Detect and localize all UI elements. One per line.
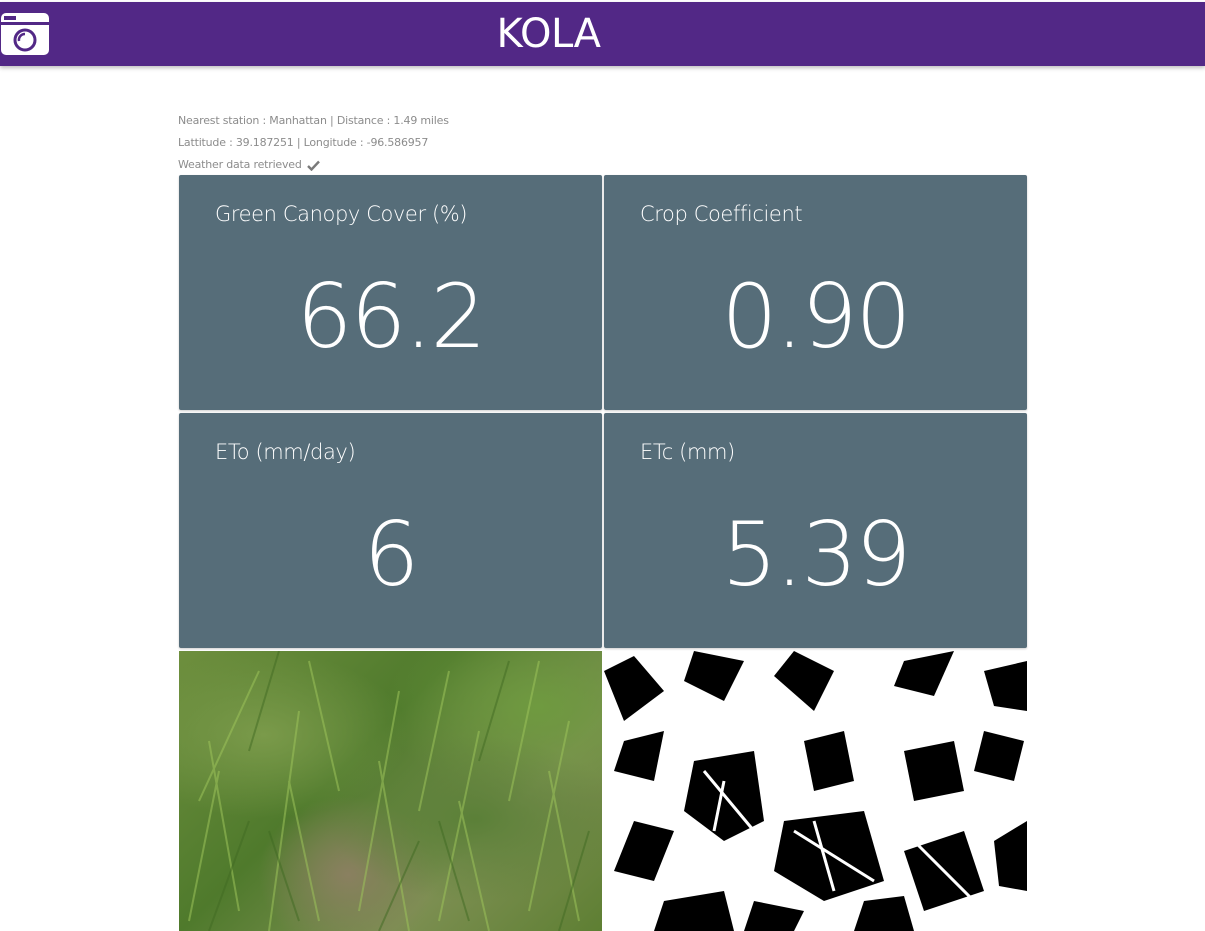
coordinates-info: Lattitude : 39.187251 | Longitude : -96.… — [178, 136, 429, 149]
etc-card: ETc (mm) 5.39 — [604, 413, 1027, 648]
card-value: 6 — [363, 503, 420, 606]
card-value: 5.39 — [721, 503, 912, 606]
app-header: KOLA — [0, 2, 1205, 66]
card-label: Crop Coefficient — [640, 202, 803, 226]
station-info: Nearest station : Manhattan | Distance :… — [178, 114, 449, 127]
canopy-mask-image — [604, 651, 1027, 931]
check-icon — [307, 160, 320, 171]
card-value: 0.90 — [721, 265, 912, 368]
grass-texture — [188, 651, 590, 931]
canopy-cover-card: Green Canopy Cover (%) 66.2 — [179, 175, 602, 410]
mask-texture — [604, 651, 1027, 931]
eto-card: ETo (mm/day) 6 — [179, 413, 602, 648]
app-title: KOLA — [496, 11, 601, 57]
weather-status-text: Weather data retrieved — [178, 158, 302, 171]
weather-status: Weather data retrieved — [178, 158, 320, 171]
card-value: 66.2 — [296, 265, 487, 368]
card-label: ETo (mm/day) — [215, 440, 356, 464]
crop-coefficient-card: Crop Coefficient 0.90 — [604, 175, 1027, 410]
card-label: Green Canopy Cover (%) — [215, 202, 468, 226]
grass-photo — [179, 651, 602, 931]
card-label: ETc (mm) — [640, 440, 735, 464]
